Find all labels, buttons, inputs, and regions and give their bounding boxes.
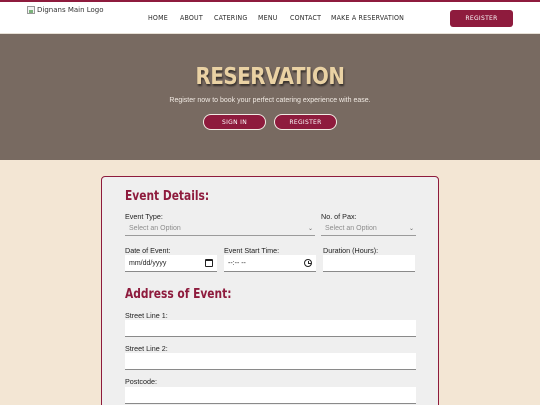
event-details-heading: Event Details: bbox=[125, 189, 210, 204]
nav-make-a-reservation[interactable]: MAKE A RESERVATION bbox=[331, 14, 404, 22]
street2-label: Street Line 2: bbox=[125, 344, 168, 353]
site-logo[interactable]: Dignans Main Logo bbox=[27, 6, 104, 14]
start-time-value: --:-- -- bbox=[228, 259, 246, 267]
start-time-label: Event Start Time: bbox=[224, 246, 280, 255]
pax-label: No. of Pax: bbox=[321, 212, 357, 221]
hero-banner: RESERVATION Register now to book your pe… bbox=[0, 34, 540, 160]
event-date-value: mm/dd/yyyy bbox=[129, 259, 167, 267]
address-heading: Address of Event: bbox=[125, 287, 232, 302]
hero-subtitle: Register now to book your perfect cateri… bbox=[169, 97, 371, 104]
street2-input[interactable] bbox=[125, 353, 416, 370]
page-title: RESERVATION bbox=[195, 64, 345, 90]
postcode-label: Postcode: bbox=[125, 377, 157, 386]
chevron-down-icon: ⌄ bbox=[408, 226, 414, 232]
event-date-input[interactable]: mm/dd/yyyy bbox=[125, 255, 217, 272]
chevron-down-icon: ⌄ bbox=[307, 226, 313, 232]
nav-catering[interactable]: CATERING bbox=[214, 14, 247, 22]
nav-home[interactable]: HOME bbox=[148, 14, 168, 22]
hero-register-button[interactable]: REGISTER bbox=[274, 114, 337, 130]
clock-icon[interactable] bbox=[304, 259, 312, 267]
event-type-value: Select an Option bbox=[129, 225, 181, 232]
nav-about[interactable]: ABOUT bbox=[180, 14, 203, 22]
duration-input[interactable] bbox=[323, 255, 415, 272]
pax-select[interactable]: Select an Option ⌄ bbox=[321, 222, 416, 236]
nav-contact[interactable]: CONTACT bbox=[290, 14, 321, 22]
logo-alt-text: Dignans Main Logo bbox=[37, 6, 104, 14]
event-type-label: Event Type: bbox=[125, 212, 163, 221]
site-header: Dignans Main Logo HOME ABOUT CATERING ME… bbox=[0, 2, 540, 34]
broken-image-icon bbox=[27, 6, 35, 14]
reservation-form-card: Event Details: Event Type: Select an Opt… bbox=[101, 176, 439, 405]
start-time-input[interactable]: --:-- -- bbox=[224, 255, 316, 272]
date-label: Date of Event: bbox=[125, 246, 171, 255]
duration-label: Duration (Hours): bbox=[323, 246, 379, 255]
event-type-select[interactable]: Select an Option ⌄ bbox=[125, 222, 315, 236]
pax-value: Select an Option bbox=[325, 225, 377, 232]
street1-label: Street Line 1: bbox=[125, 311, 168, 320]
street1-input[interactable] bbox=[125, 320, 416, 337]
calendar-icon[interactable] bbox=[205, 259, 213, 267]
postcode-input[interactable] bbox=[125, 387, 416, 404]
nav-menu[interactable]: MENU bbox=[258, 14, 278, 22]
sign-in-button[interactable]: SIGN IN bbox=[203, 114, 266, 130]
header-register-button[interactable]: REGISTER bbox=[450, 10, 513, 27]
